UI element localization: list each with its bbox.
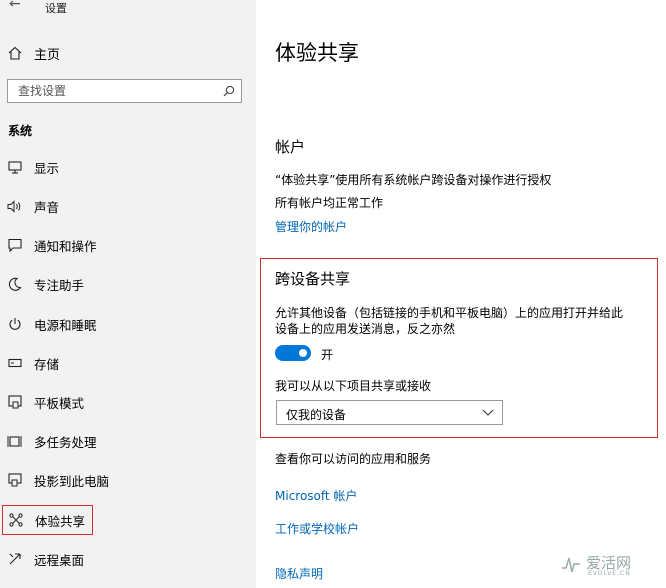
sidebar-item-sound[interactable]: 声音 <box>2 191 252 221</box>
sidebar-item-label: 通知和操作 <box>34 238 97 254</box>
cross-device-heading: 跨设备共享 <box>275 270 351 288</box>
sidebar-item-label: 声音 <box>34 199 60 215</box>
sidebar: ← 设置 主页 系统 显示 声音 通知和操作 <box>0 0 256 588</box>
main-content: 体验共享 帐户 “体验共享”使用所有系统帐户跨设备对操作进行授权 所有帐户均正常… <box>256 0 666 588</box>
work-school-account-link[interactable]: 工作或学校帐户 <box>275 520 359 537</box>
sidebar-item-shared-experiences[interactable]: 体验共享 <box>2 505 93 535</box>
window-title: 设置 <box>45 2 67 15</box>
sidebar-item-power-sleep[interactable]: 电源和睡眠 <box>2 309 252 339</box>
sidebar-item-multitasking[interactable]: 多任务处理 <box>2 426 252 456</box>
sidebar-item-label: 投影到此电脑 <box>34 473 110 489</box>
services-text: 查看你可以访问的应用和服务 <box>275 452 432 466</box>
microsoft-account-link[interactable]: Microsoft 帐户 <box>275 487 357 504</box>
section-label-system: 系统 <box>8 124 33 138</box>
search-icon[interactable] <box>223 85 235 97</box>
title-bar: ← 设置 <box>0 0 256 16</box>
sound-icon <box>7 199 22 214</box>
toggle-knob <box>299 349 307 357</box>
share-from-dropdown[interactable]: 仅我的设备 <box>276 400 503 425</box>
sidebar-item-label: 多任务处理 <box>34 434 97 450</box>
share-from-label: 我可以从以下项目共享或接收 <box>275 379 432 393</box>
cross-device-description-line2: 设备上的应用发送消息，反之亦然 <box>275 322 456 336</box>
multitask-icon <box>7 434 22 449</box>
tablet-icon <box>7 395 22 410</box>
sidebar-item-label: 体验共享 <box>35 513 86 529</box>
manage-accounts-link[interactable]: 管理你的帐户 <box>275 218 347 235</box>
remote-desktop-icon <box>7 552 22 567</box>
sidebar-item-focus-assist[interactable]: 专注助手 <box>2 269 252 299</box>
watermark: 爱活网 EVOLVE.CN <box>560 552 660 582</box>
sidebar-item-label: 电源和睡眠 <box>34 317 97 333</box>
sidebar-item-label: 专注助手 <box>34 277 85 293</box>
moon-icon <box>7 277 22 292</box>
watermark-logo-icon <box>562 557 580 573</box>
sidebar-item-label: 显示 <box>34 160 60 176</box>
home-icon <box>8 46 22 60</box>
sidebar-item-notifications[interactable]: 通知和操作 <box>2 230 252 260</box>
power-icon <box>7 317 22 332</box>
privacy-statement-link[interactable]: 隐私声明 <box>275 565 323 582</box>
accounts-heading: 帐户 <box>275 138 306 156</box>
search-input[interactable] <box>16 83 220 99</box>
home-nav-item[interactable]: 主页 <box>8 44 61 63</box>
sidebar-item-remote-desktop[interactable]: 远程桌面 <box>2 544 252 574</box>
project-icon <box>7 473 22 488</box>
page-title: 体验共享 <box>275 41 359 65</box>
search-box[interactable] <box>7 79 242 103</box>
watermark-subtext: EVOLVE.CN <box>588 570 631 577</box>
share-icon <box>8 513 23 528</box>
sidebar-item-label: 远程桌面 <box>34 552 85 568</box>
toggle-state-label: 开 <box>321 348 334 362</box>
sidebar-item-project-to-pc[interactable]: 投影到此电脑 <box>2 465 252 495</box>
chevron-down-icon <box>482 409 494 416</box>
back-arrow-icon[interactable]: ← <box>9 0 21 12</box>
display-icon <box>7 160 22 175</box>
sidebar-item-label: 存储 <box>34 356 60 372</box>
sidebar-item-label: 平板模式 <box>34 395 85 411</box>
storage-icon <box>7 356 22 371</box>
sidebar-item-storage[interactable]: 存储 <box>2 348 252 378</box>
accounts-description: “体验共享”使用所有系统帐户跨设备对操作进行授权 <box>275 173 552 187</box>
sidebar-item-display[interactable]: 显示 <box>2 152 252 182</box>
dropdown-value: 仅我的设备 <box>286 408 347 422</box>
cross-device-toggle[interactable] <box>275 345 311 361</box>
home-label: 主页 <box>34 47 61 63</box>
notification-icon <box>7 238 22 253</box>
sidebar-item-tablet-mode[interactable]: 平板模式 <box>2 387 252 417</box>
accounts-status: 所有帐户均正常工作 <box>275 196 384 210</box>
